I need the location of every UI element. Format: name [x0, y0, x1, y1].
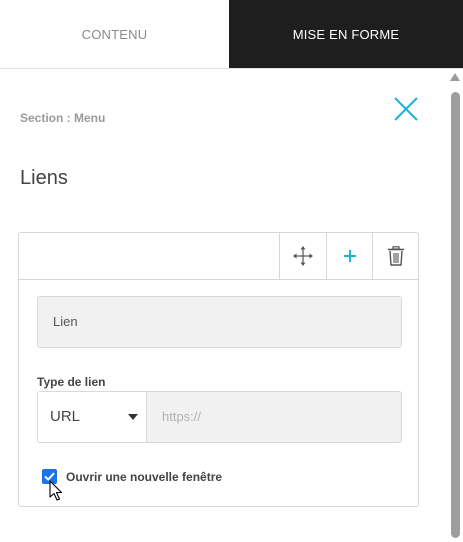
new-window-label[interactable]: Ouvrir une nouvelle fenêtre: [66, 470, 222, 484]
caret-down-icon: [128, 414, 138, 420]
tab-contenu[interactable]: CONTENU: [0, 0, 229, 68]
tab-mise-en-forme[interactable]: MISE EN FORME: [229, 0, 463, 68]
url-input[interactable]: https://: [146, 391, 402, 443]
link-type-select[interactable]: URL: [37, 391, 147, 443]
close-icon: [394, 97, 418, 121]
delete-link-button[interactable]: [372, 233, 418, 279]
link-type-value: URL: [50, 408, 81, 425]
link-item-card: Lien Type de lien URL https:// Ouvrir un…: [18, 232, 419, 507]
link-item-toolbar: [19, 233, 418, 280]
move-button[interactable]: [279, 233, 325, 279]
link-type-label: Type de lien: [37, 375, 106, 389]
trash-icon: [387, 246, 404, 266]
tab-bar: CONTENU MISE EN FORME: [0, 0, 463, 68]
link-name-input[interactable]: Lien: [37, 296, 402, 348]
scroll-thumb[interactable]: [451, 92, 460, 538]
page-title: Liens: [20, 167, 68, 189]
add-link-button[interactable]: [326, 233, 372, 279]
section-label: Section : Menu: [20, 111, 106, 125]
vertical-scrollbar[interactable]: [447, 68, 463, 542]
move-icon: [292, 246, 313, 266]
plus-icon: [343, 250, 356, 262]
scroll-up-arrow-icon[interactable]: [450, 73, 460, 81]
mouse-pointer-icon: [49, 480, 63, 501]
close-button[interactable]: [393, 96, 419, 122]
